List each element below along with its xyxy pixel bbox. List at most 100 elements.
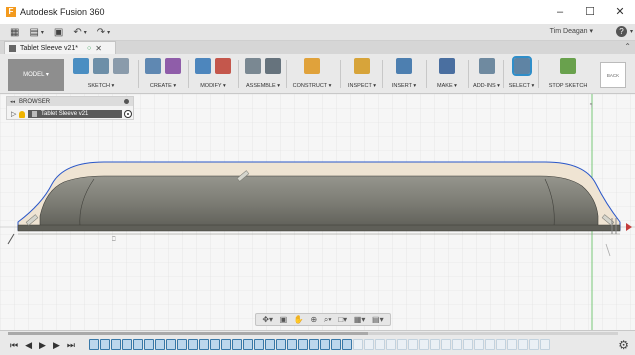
toolbar-group-inspect[interactable]: INSPECT ▾ — [342, 56, 382, 92]
timeline-feature-icon[interactable] — [122, 339, 132, 350]
visibility-bulb-icon[interactable] — [19, 110, 26, 118]
timeline-feature-icon[interactable] — [287, 339, 297, 350]
file-menu-button[interactable]: ▤ ▾ — [29, 27, 43, 38]
nav-tool-icon[interactable]: ▤▾ — [372, 315, 384, 324]
nav-tool-icon[interactable]: □▾ — [338, 315, 347, 324]
save-button[interactable]: ▣ — [54, 27, 63, 38]
toolbar-group-label[interactable]: ASSEMBLE ▾ — [240, 83, 286, 89]
tool-icon[interactable] — [215, 58, 231, 74]
toolbar-group-label[interactable]: SELECT ▾ — [505, 83, 538, 89]
activate-radio-icon[interactable] — [124, 110, 132, 118]
timeline-feature-icon[interactable] — [463, 339, 473, 350]
nav-tool-icon[interactable]: ✋ — [294, 315, 304, 324]
timeline-feature-icon[interactable] — [518, 339, 528, 350]
timeline-feature-icon[interactable] — [298, 339, 308, 350]
timeline-feature-icon[interactable] — [144, 339, 154, 350]
tool-icon[interactable] — [354, 58, 370, 74]
timeline-feature-icon[interactable] — [353, 339, 363, 350]
timeline-feature-icon[interactable] — [133, 339, 143, 350]
timeline-feature-icon[interactable] — [177, 339, 187, 350]
tool-icon[interactable] — [511, 56, 532, 76]
play-icon[interactable]: ▶ — [39, 340, 46, 350]
timeline-feature-icon[interactable] — [430, 339, 440, 350]
toolbar-group-select[interactable]: SELECT ▾ — [505, 56, 538, 92]
close-window-button[interactable]: ✕ — [605, 0, 635, 24]
toolbar-group-label[interactable]: INSPECT ▾ — [342, 83, 382, 89]
nav-tool-icon[interactable]: ⌕▾ — [324, 315, 332, 325]
toolbar-group-label[interactable]: MODIFY ▾ — [190, 83, 236, 89]
timeline-feature-icon[interactable] — [507, 339, 517, 350]
nav-tool-icon[interactable]: ▣ — [280, 315, 288, 324]
timeline-feature-icon[interactable] — [331, 339, 341, 350]
tool-icon[interactable] — [478, 58, 495, 74]
nav-tool-icon[interactable]: ✥▾ — [262, 315, 273, 324]
timeline-feature-icon[interactable] — [265, 339, 275, 350]
timeline-feature-icon[interactable] — [474, 339, 484, 350]
timeline-feature-icon[interactable] — [375, 339, 385, 350]
timeline-feature-icon[interactable] — [100, 339, 110, 350]
chevron-down-icon[interactable]: ▾ — [630, 28, 633, 35]
nav-tool-icon[interactable]: ⊕ — [310, 315, 317, 324]
workspace-switcher[interactable]: MODEL ▾ — [8, 59, 64, 91]
toolbar-group-create[interactable]: CREATE ▾ — [140, 56, 186, 92]
timeline-feature-icon[interactable] — [397, 339, 407, 350]
toolbar-group-label[interactable]: INSERT ▾ — [384, 83, 424, 89]
toolbar-group-label[interactable]: STOP SKETCH — [540, 83, 596, 89]
step-forward-icon[interactable]: ▶ — [53, 340, 60, 350]
tool-icon[interactable] — [113, 58, 129, 74]
toolbar-group-insert[interactable]: INSERT ▾ — [384, 56, 424, 92]
expand-arrow-icon[interactable]: ▷ — [11, 110, 16, 118]
minimize-button[interactable]: – — [545, 0, 575, 24]
step-back-icon[interactable]: ◀ — [25, 340, 32, 350]
timeline-feature-icon[interactable] — [309, 339, 319, 350]
viewport-canvas[interactable]: ⎕ ┑ ◂◂ BROWSER ▷ Tablet Sleeve v21 — [0, 94, 635, 330]
timeline-feature-icon[interactable] — [232, 339, 242, 350]
tool-icon[interactable] — [304, 58, 320, 74]
go-to-end-icon[interactable]: ⏭ — [67, 340, 75, 350]
timeline-feature-icon[interactable] — [210, 339, 220, 350]
timeline-feature-icon[interactable] — [221, 339, 231, 350]
timeline-feature-icon[interactable] — [540, 339, 550, 350]
tool-icon[interactable] — [245, 58, 261, 74]
document-tab[interactable]: Tablet Sleeve v21* ○ ✕ — [4, 41, 116, 54]
timeline-feature-icon[interactable] — [199, 339, 209, 350]
toolbar-group-label[interactable]: ADD-INS ▾ — [470, 83, 503, 89]
tool-icon[interactable] — [560, 58, 576, 74]
pin-icon[interactable] — [124, 99, 129, 104]
timeline-feature-icon[interactable] — [419, 339, 429, 350]
timeline-feature-icon[interactable] — [188, 339, 198, 350]
tool-icon[interactable] — [439, 58, 455, 74]
tool-icon[interactable] — [73, 58, 89, 74]
user-account-menu[interactable]: Tim Deagan ▾ — [550, 27, 593, 35]
toolbar-group-stop[interactable]: STOP SKETCH — [540, 56, 596, 92]
timeline-feature-icon[interactable] — [276, 339, 286, 350]
nav-tool-icon[interactable]: ▦▾ — [354, 315, 366, 324]
timeline-settings-icon[interactable]: ⚙ — [618, 338, 629, 352]
toolbar-group-add-ins[interactable]: ADD-INS ▾ — [470, 56, 503, 92]
tablet-body[interactable] — [39, 175, 599, 229]
timeline-feature-icon[interactable] — [496, 339, 506, 350]
timeline-feature-icon[interactable] — [408, 339, 418, 350]
timeline-feature-icon[interactable] — [485, 339, 495, 350]
toolbar-group-label[interactable]: CONSTRUCT ▾ — [288, 83, 336, 89]
redo-button[interactable]: ↷ ▾ — [97, 27, 110, 38]
timeline-feature-icon[interactable] — [254, 339, 264, 350]
tool-icon[interactable] — [165, 58, 181, 74]
browser-root-node[interactable]: ▷ Tablet Sleeve v21 — [11, 109, 132, 119]
tool-icon[interactable] — [396, 58, 412, 74]
collapse-browser-icon[interactable]: ◂◂ — [10, 99, 15, 105]
timeline-feature-icon[interactable] — [166, 339, 176, 350]
toolbar-group-assemble[interactable]: ASSEMBLE ▾ — [240, 56, 286, 92]
timeline-scrollbar[interactable] — [8, 332, 618, 335]
tool-icon[interactable] — [265, 58, 281, 74]
help-icon[interactable]: ? — [616, 26, 627, 37]
collapse-toolbar-icon[interactable]: ⌃ — [624, 42, 631, 51]
timeline-scroll-thumb[interactable] — [8, 332, 368, 335]
toolbar-group-make[interactable]: MAKE ▾ — [428, 56, 466, 92]
timeline-feature-icon[interactable] — [320, 339, 330, 350]
viewcube[interactable]: BACK — [600, 62, 626, 88]
close-tab-icon[interactable]: ✕ — [95, 44, 102, 53]
base-plate[interactable] — [17, 224, 621, 232]
timeline-feature-icon[interactable] — [441, 339, 451, 350]
timeline-feature-icon[interactable] — [452, 339, 462, 350]
